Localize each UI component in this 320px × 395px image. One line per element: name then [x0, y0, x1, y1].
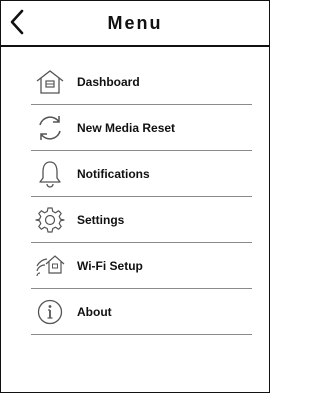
home-icon: [31, 65, 69, 99]
menu-item-notifications[interactable]: Notifications: [31, 151, 252, 197]
gear-icon: [31, 203, 69, 237]
menu-list: Dashboard New Media Reset Notifications …: [31, 59, 252, 335]
menu-item-settings[interactable]: Settings: [31, 197, 252, 243]
menu-item-label: About: [77, 304, 112, 319]
menu-item-about[interactable]: About: [31, 289, 252, 335]
menu-item-label: New Media Reset: [77, 120, 176, 135]
header-bar: Menu: [1, 1, 269, 47]
menu-screen: Menu Dashboard New Media Reset Notificat…: [0, 0, 270, 393]
info-icon: [31, 295, 69, 329]
menu-item-label: Notifications: [77, 166, 150, 181]
menu-item-label: Wi-Fi Setup: [77, 258, 143, 273]
menu-item-new-media-reset[interactable]: New Media Reset: [31, 105, 252, 151]
page-title: Menu: [107, 13, 163, 33]
menu-item-label: Dashboard: [77, 74, 140, 89]
menu-item-dashboard[interactable]: Dashboard: [31, 59, 252, 105]
refresh-icon: [31, 111, 69, 145]
bell-icon: [31, 157, 69, 191]
wifi-home-icon: [31, 249, 69, 283]
menu-item-wifi-setup[interactable]: Wi-Fi Setup: [31, 243, 252, 289]
menu-item-label: Settings: [77, 212, 125, 227]
